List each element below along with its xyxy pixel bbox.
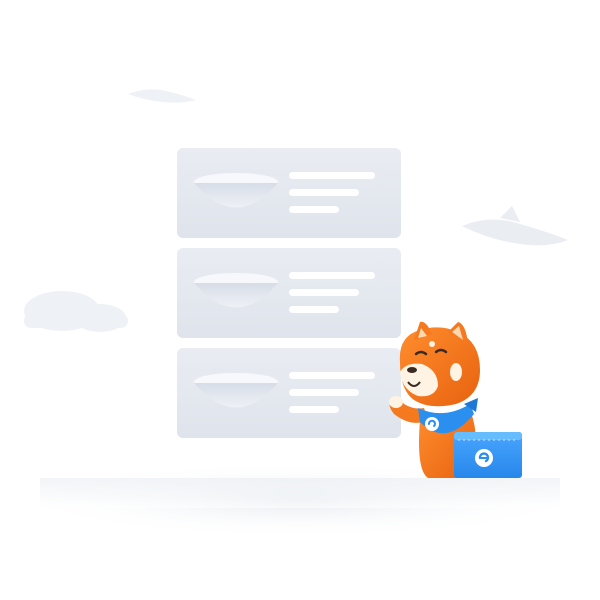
text-line [289,406,339,413]
placeholder-card-3 [177,348,401,438]
placeholder-card-1 [177,148,401,238]
placeholder-card-2 [177,248,401,338]
bird-top-icon [128,89,196,103]
text-line [289,289,359,296]
text-line [289,189,359,196]
delivery-bag-icon [454,432,522,478]
text-line [289,372,375,379]
text-line [289,206,339,213]
text-line [289,306,339,313]
e-logo-icon [475,449,493,467]
text-line [289,389,359,396]
text-line [289,172,375,179]
ground-band [40,478,560,508]
bird-right-icon [462,206,568,246]
cloud-left [24,291,128,332]
text-line [289,272,375,279]
empty-state-scene [10,89,590,538]
empty-state-illustration [0,0,600,600]
